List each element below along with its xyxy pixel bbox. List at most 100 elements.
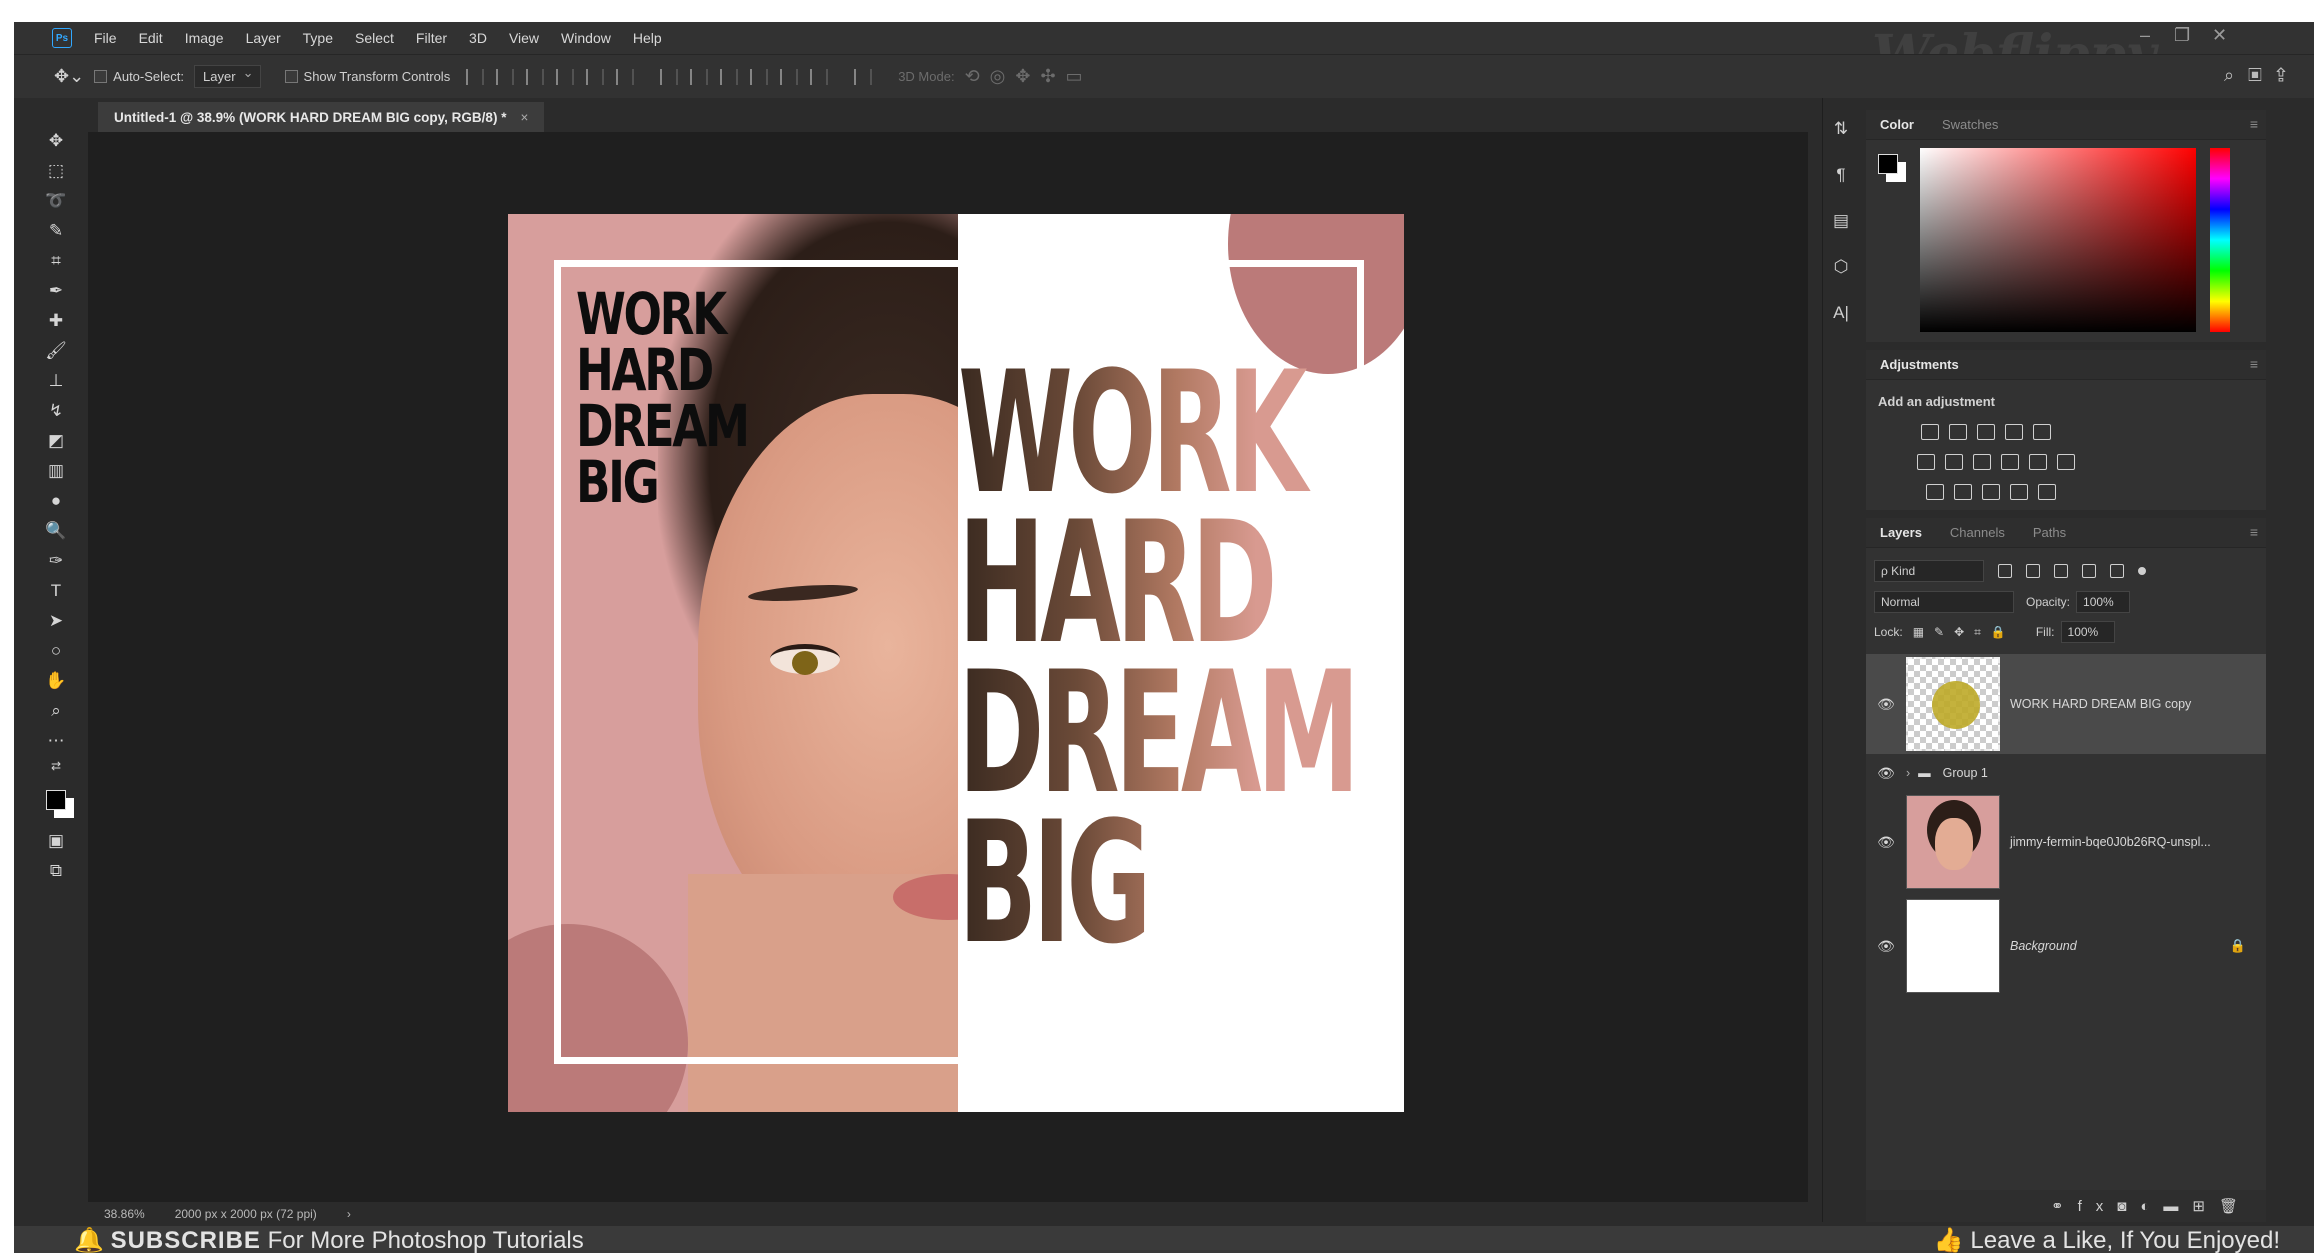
distribute-right-icon[interactable]	[810, 68, 829, 85]
menu-file[interactable]: File	[94, 30, 117, 46]
align-top-icon[interactable]	[466, 68, 485, 85]
align-hcenter-icon[interactable]	[586, 68, 605, 85]
menu-image[interactable]: Image	[185, 30, 224, 46]
tab-layers[interactable]: Layers	[1866, 525, 1936, 540]
more-tools-icon[interactable]: ⋯	[32, 726, 80, 756]
blend-mode-dropdown[interactable]: Normal	[1874, 591, 2014, 613]
expand-chevron-icon[interactable]: ›	[1906, 766, 1910, 780]
color-chips[interactable]	[32, 776, 80, 826]
zoom-level[interactable]: 38.86%	[104, 1207, 145, 1221]
tab-adjustments[interactable]: Adjustments	[1866, 357, 1973, 372]
screen-mode-icon[interactable]: ⧉	[32, 856, 80, 886]
menu-edit[interactable]: Edit	[139, 30, 163, 46]
menu-view[interactable]: View	[509, 30, 539, 46]
transform-controls-checkbox[interactable]: Show Transform Controls	[284, 69, 450, 84]
layer-row[interactable]: 👁 › ▬ Group 1	[1866, 758, 2266, 788]
foreground-color-chip[interactable]	[46, 790, 66, 810]
new-layer-icon[interactable]: ⊞	[2192, 1197, 2219, 1215]
align-vcenter-icon[interactable]	[496, 68, 515, 85]
visibility-eye-icon[interactable]: 👁	[1866, 834, 1906, 851]
3d-icon[interactable]: ⬡	[1823, 244, 1859, 290]
document-tab[interactable]: Untitled-1 @ 38.9% (WORK HARD DREAM BIG …	[98, 102, 545, 132]
layer-name[interactable]: WORK HARD DREAM BIG copy	[2010, 697, 2191, 711]
brightness-icon[interactable]	[1921, 424, 1939, 440]
auto-align-icon[interactable]	[854, 68, 873, 85]
distribute-bottom-icon[interactable]	[720, 68, 739, 85]
lasso-tool-icon[interactable]: ➰	[32, 186, 80, 216]
tab-channels[interactable]: Channels	[1936, 525, 2019, 540]
healing-brush-tool-icon[interactable]: ✚	[32, 306, 80, 336]
panel-menu-icon[interactable]: ≡	[2250, 116, 2258, 132]
invert-icon[interactable]	[1926, 484, 1944, 500]
distribute-top-icon[interactable]	[660, 68, 679, 85]
swap-colors-icon[interactable]: ⇄	[32, 756, 80, 776]
align-bottom-icon[interactable]	[526, 68, 545, 85]
auto-select-checkbox[interactable]: Auto-Select:	[94, 69, 184, 84]
curves-icon[interactable]	[1977, 424, 1995, 440]
new-adjustment-icon[interactable]: ◐	[2140, 1198, 2163, 1215]
lock-options-icons[interactable]: ▦✎✥⌗🔒	[1913, 625, 2016, 640]
history-icon[interactable]: ⇅	[1823, 106, 1859, 152]
channel-mixer-icon[interactable]	[2029, 454, 2047, 470]
gradient-map-icon[interactable]	[2038, 484, 2056, 500]
opacity-input[interactable]: 100%	[2076, 591, 2131, 613]
new-group-icon[interactable]: ▬	[2163, 1198, 2192, 1215]
restore-icon[interactable]: ❐	[2174, 25, 2190, 46]
layer-row[interactable]: 👁 jimmy-fermin-bqe0J0b26RQ-unspl...	[1866, 792, 2266, 892]
transform-check[interactable]	[284, 70, 298, 83]
pen-tool-icon[interactable]: ✑	[32, 546, 80, 576]
type-tool-icon[interactable]: T	[32, 576, 80, 606]
gradient-tool-icon[interactable]: ▥	[32, 456, 80, 486]
zoom-tool-icon[interactable]: ⌕	[32, 696, 80, 726]
distribute-left-icon[interactable]	[750, 68, 769, 85]
eraser-tool-icon[interactable]: ◩	[32, 426, 80, 456]
panel-menu-icon[interactable]: ≡	[2250, 524, 2258, 540]
menu-help[interactable]: Help	[633, 30, 662, 46]
layer-row[interactable]: 👁 Background 🔒	[1866, 896, 2266, 996]
filter-type-icon[interactable]	[2054, 564, 2068, 578]
path-select-tool-icon[interactable]: ➤	[32, 606, 80, 636]
exposure-icon[interactable]	[2005, 424, 2023, 440]
quick-mask-icon[interactable]: ▣	[32, 826, 80, 856]
move-tool-icon[interactable]: ✥	[32, 126, 80, 156]
tab-color[interactable]: Color	[1866, 117, 1928, 132]
hand-tool-icon[interactable]: ✋	[32, 666, 80, 696]
marquee-tool-icon[interactable]: ⬚	[32, 156, 80, 186]
brush-tool-icon[interactable]: 🖌	[32, 336, 80, 366]
libraries-icon[interactable]: ▤	[1823, 198, 1859, 244]
tab-paths[interactable]: Paths	[2019, 525, 2080, 540]
menu-filter[interactable]: Filter	[416, 30, 447, 46]
status-arrow-icon[interactable]: ›	[347, 1207, 351, 1221]
filter-pixel-icon[interactable]	[1998, 564, 2012, 578]
crop-tool-icon[interactable]: ⌗	[32, 246, 80, 276]
ellipse-tool-icon[interactable]: ○	[32, 636, 80, 666]
minimize-icon[interactable]: –	[2140, 25, 2150, 46]
move-tool-icon[interactable]: ✥⌄	[54, 66, 84, 87]
menu-layer[interactable]: Layer	[246, 30, 281, 46]
menu-window[interactable]: Window	[561, 30, 611, 46]
canvas-area[interactable]: WORK HARD DREAM BIG WORK HARD DREAM BIG	[88, 132, 1808, 1222]
layer-name[interactable]: Background	[2010, 939, 2077, 953]
close-window-icon[interactable]: ✕	[2212, 25, 2227, 46]
fx-icon[interactable]: fx	[2078, 1198, 2118, 1215]
filter-shape-icon[interactable]	[2082, 564, 2096, 578]
visibility-eye-icon[interactable]: 👁	[1866, 696, 1906, 713]
align-left-icon[interactable]	[556, 68, 575, 85]
trash-icon[interactable]: 🗑	[2219, 1197, 2252, 1215]
link-layers-icon[interactable]: ⚭	[2051, 1197, 2078, 1215]
visibility-eye-icon[interactable]: 👁	[1866, 765, 1906, 782]
color-lookup-icon[interactable]	[2057, 454, 2075, 470]
menu-type[interactable]: Type	[303, 30, 333, 46]
dodge-tool-icon[interactable]: 🔍	[32, 516, 80, 546]
character-icon[interactable]: A|	[1823, 290, 1859, 336]
filter-adjustment-icon[interactable]	[2026, 564, 2040, 578]
color-field[interactable]	[1920, 148, 2196, 332]
auto-select-check[interactable]	[94, 70, 108, 83]
menu-select[interactable]: Select	[355, 30, 394, 46]
auto-select-dropdown[interactable]: Layer	[194, 65, 261, 88]
fill-input[interactable]: 100%	[2060, 621, 2115, 643]
history-brush-tool-icon[interactable]: ↯	[32, 396, 80, 426]
vibrance-icon[interactable]	[2033, 424, 2051, 440]
photo-filter-icon[interactable]	[2001, 454, 2019, 470]
filter-smart-icon[interactable]	[2110, 564, 2124, 578]
